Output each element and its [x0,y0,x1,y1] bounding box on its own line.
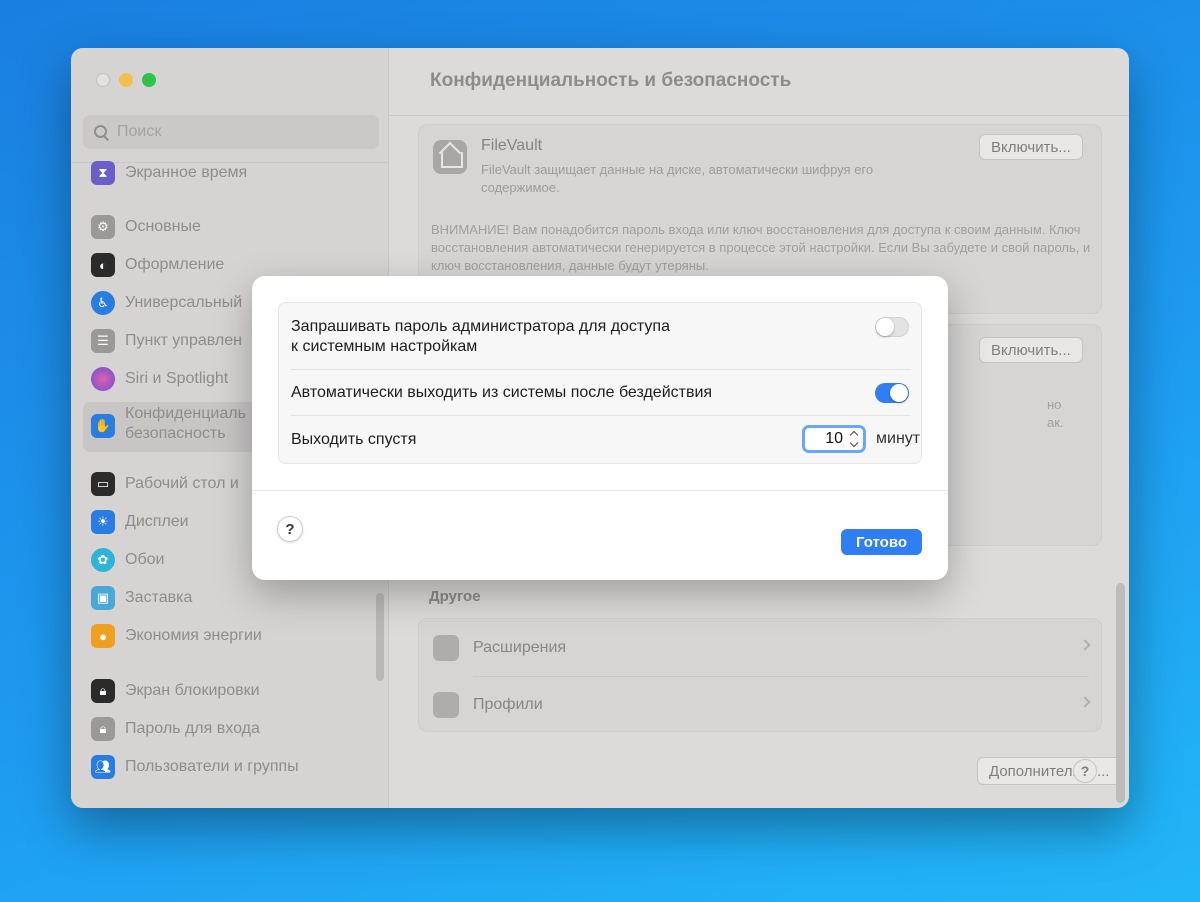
sidebar-item-label: Экономия энергии [125,627,262,644]
siri-icon [91,367,115,391]
appearance-icon: ◐ [91,253,115,277]
accessibility-icon: ♿ [91,291,115,315]
extensions-row[interactable]: Расширения [419,620,1103,676]
advanced-button[interactable]: Дополнительно... [977,757,1122,785]
sidebar-item-siri-spotlight[interactable]: Siri и Spotlight [91,365,228,393]
close-window-button[interactable] [96,73,110,87]
sidebar-item-label: Оформление [125,256,225,273]
sidebar-item-wallpaper[interactable]: ✿ Обои [91,546,164,574]
content-scrollbar[interactable] [1116,583,1125,803]
dialog-row-divider [291,369,911,370]
sidebar-item-label: Конфиденциаль [125,405,246,422]
users-icon: 👥︎ [91,755,115,779]
sidebar-scrollbar[interactable] [376,593,384,681]
chevron-right-icon [1079,639,1091,651]
filevault-warning: ВНИМАНИЕ! Вам понадобится пароль входа и… [431,222,1091,273]
minimize-window-button[interactable] [119,73,133,87]
sidebar-item-screensaver[interactable]: ▣ Заставка [91,584,192,612]
lightbulb-icon: ● [91,624,115,648]
sidebar-item-label: Пользователи и группы [125,758,299,775]
done-button[interactable]: Готово [841,529,922,555]
hand-icon: ✋ [91,414,115,438]
sidebar-item-label: Рабочий стол и [125,475,239,492]
sidebar-item-label: Экранное время [125,164,248,181]
advanced-settings-dialog: Запрашивать пароль администратора для до… [252,276,948,580]
profiles-icon [433,692,459,718]
auto-logout-toggle[interactable] [875,383,909,403]
sidebar-item-desktop-dock[interactable]: ▭ Рабочий стол и [91,470,239,498]
dialog-row-divider [291,415,911,416]
sidebar-item-appearance[interactable]: ◐ Оформление [91,251,224,279]
sidebar-item-accessibility[interactable]: ♿ Универсальный [91,289,242,317]
profiles-row[interactable]: Профили [419,677,1103,733]
lockdown-partial-text-2: ак. [1047,415,1064,430]
filevault-enable-button[interactable]: Включить... [979,134,1083,160]
sidebar-item-privacy-security[interactable]: ✋ Конфиденциаль безопасность [91,404,246,450]
dialog-help-button[interactable]: ? [277,516,303,542]
sidebar-item-lock-screen[interactable]: 🔒︎ Экран блокировки [91,677,260,705]
sidebar-item-label-line2: безопасность [125,425,226,442]
require-admin-password-line2: к системным настройкам [291,338,478,355]
require-admin-password-line1: Запрашивать пароль администратора для до… [291,318,670,335]
lockdown-partial-text-1: но [1047,397,1062,412]
sidebar-item-label: Заставка [125,589,193,606]
sidebar-item-label-group: Конфиденциаль безопасность [125,404,246,444]
chevron-right-icon [1079,696,1091,708]
desktop-icon: ▭ [91,472,115,496]
sidebar-search[interactable] [83,115,379,149]
control-center-icon: ☰ [91,329,115,353]
sidebar-item-label: Экран блокировки [125,682,260,699]
search-icon [93,124,109,140]
sidebar-item-general[interactable]: ⚙ Основные [91,213,201,241]
lockdown-enable-button[interactable]: Включить... [979,337,1083,363]
sidebar-item-label: Дисплеи [125,513,189,530]
other-card: Расширения Профили [418,618,1102,732]
sidebar-item-displays[interactable]: ☀ Дисплеи [91,508,189,536]
flower-icon: ✿ [91,548,115,572]
dialog-footer-divider [252,490,948,491]
sidebar-item-energy-saver[interactable]: ● Экономия энергии [91,622,262,650]
toggle-knob [876,318,894,336]
extensions-label: Расширения [473,639,567,656]
content-header: Конфиденциальность и безопасность [389,48,1129,116]
lock-icon: 🔒︎ [91,679,115,703]
sidebar-item-label: Пароль для входа [125,720,260,737]
help-button[interactable]: ? [1073,759,1097,783]
toggle-knob [890,384,908,402]
sidebar-item-login-password[interactable]: 🔒︎ Пароль для входа [91,715,260,743]
dialog-settings-group: Запрашивать пароль администратора для до… [278,302,922,464]
gear-icon: ⚙ [91,215,115,239]
minutes-unit-label: минут [876,430,921,447]
logout-minutes-stepper[interactable] [802,425,866,453]
require-admin-password-label: Запрашивать пароль администратора для до… [291,317,670,357]
sidebar-item-control-center[interactable]: ☰ Пункт управлен [91,327,242,355]
filevault-title: FileVault [481,137,543,154]
logout-after-label: Выходить спустя [291,431,417,448]
other-section-heading: Другое [429,588,481,605]
page-title: Конфиденциальность и безопасность [430,70,792,91]
search-input[interactable] [117,123,367,141]
filevault-house-icon [433,140,467,174]
hourglass-icon: ⧗ [91,161,115,185]
screensaver-icon: ▣ [91,586,115,610]
sidebar-item-label: Универсальный [125,294,243,311]
window-controls [96,73,156,87]
auto-logout-label: Автоматически выходить из системы после … [291,384,713,401]
sidebar-item-label: Основные [125,218,201,235]
sun-icon: ☀ [91,510,115,534]
sidebar-item-label: Siri и Spotlight [125,370,229,387]
profiles-label: Профили [473,696,543,713]
lock-icon: 🔒︎ [91,717,115,741]
sidebar-item-label: Пункт управлен [125,332,242,349]
stepper-arrows[interactable] [848,429,860,449]
extensions-icon [433,635,459,661]
zoom-window-button[interactable] [142,73,156,87]
filevault-description: FileVault защищает данные на диске, авто… [481,162,874,195]
sidebar-item-label: Обои [125,551,165,568]
sidebar-item-screen-time[interactable]: ⧗ Экранное время [91,159,247,187]
chevron-down-icon[interactable] [849,438,859,448]
logout-minutes-input[interactable] [805,430,843,448]
sidebar-item-users-groups[interactable]: 👥︎ Пользователи и группы [91,753,299,781]
require-admin-password-toggle[interactable] [875,317,909,337]
